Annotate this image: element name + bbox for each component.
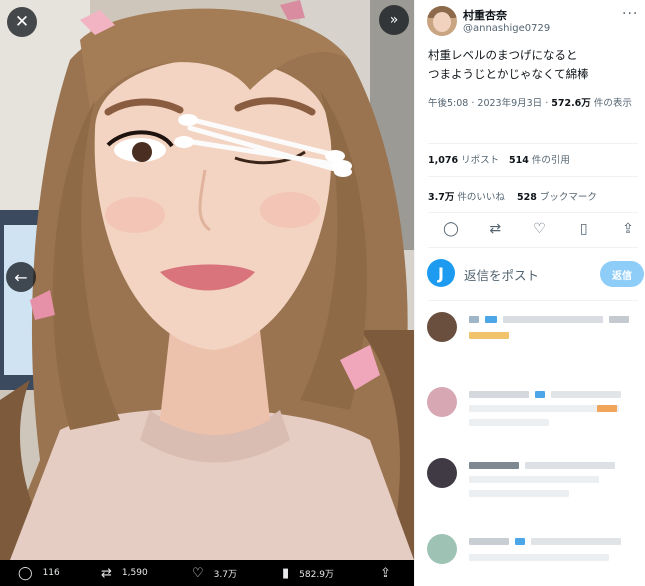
reply-count: 116	[42, 568, 60, 578]
media-retweet-button[interactable]: ⇄ 1,590	[101, 566, 148, 581]
reply-item[interactable]	[427, 385, 642, 445]
author-names: 村重杏奈 @annashige0729	[463, 9, 550, 35]
media-like-button[interactable]: ♡ 3.7万	[192, 566, 237, 581]
media-viewer: ✕ » ← ◯ 116 ⇄ 1,590 ♡ 3.7万 ▮ 582.9万 ⇪ 村重…	[0, 0, 645, 586]
more-options-icon[interactable]: ···	[622, 6, 638, 22]
likes-stat[interactable]: 3.7万 件のいいね	[428, 189, 505, 203]
views-label: 件の表示	[590, 98, 632, 109]
author-row	[427, 6, 457, 36]
views-icon: ▮	[282, 565, 290, 581]
share-icon[interactable]: ⇪	[619, 221, 637, 237]
reply-item[interactable]	[427, 532, 642, 586]
previous-media-button[interactable]: ←	[6, 262, 36, 292]
divider	[428, 143, 638, 144]
tweet-action-bar: ◯ ⇄ ♡ ▯ ⇪	[442, 221, 637, 237]
reposts-stat[interactable]: 1,076 リポスト	[428, 152, 499, 166]
tweet-text-line-2: つまようじとかじゃなくて綿棒	[428, 67, 589, 81]
reply-avatar	[427, 387, 457, 417]
reply-icon[interactable]: ◯	[442, 221, 460, 237]
divider	[428, 176, 638, 177]
media-views-button[interactable]: ▮ 582.9万	[282, 566, 334, 581]
reply-avatar	[427, 534, 457, 564]
like-count: 3.7万	[213, 569, 237, 580]
tweet-photo	[0, 0, 414, 560]
media-share-button[interactable]: ⇪	[380, 566, 391, 581]
divider	[428, 300, 638, 301]
double-chevron-right-icon: »	[389, 12, 399, 28]
tweet-text: 村重レベルのまつげになると つまようじとかじゃなくて綿棒	[428, 46, 638, 84]
heart-icon: ♡	[192, 565, 204, 581]
bookmarks-stat[interactable]: 528 ブックマーク	[517, 189, 597, 203]
tweet-time[interactable]: 午後5:08	[428, 98, 468, 109]
share-icon: ⇪	[380, 565, 391, 581]
author-handle[interactable]: @annashige0729	[463, 22, 550, 35]
author-avatar[interactable]	[427, 6, 457, 36]
reply-icon: ◯	[18, 565, 33, 581]
quotes-stat[interactable]: 514 件の引用	[509, 152, 570, 166]
reply-avatar	[427, 458, 457, 488]
reply-item[interactable]	[427, 456, 642, 516]
views-count: 582.9万	[299, 569, 334, 580]
media-panel: ✕ » ← ◯ 116 ⇄ 1,590 ♡ 3.7万 ▮ 582.9万 ⇪	[0, 0, 414, 586]
heart-icon[interactable]: ♡	[531, 221, 549, 237]
arrow-left-icon: ←	[14, 267, 28, 287]
media-reply-button[interactable]: ◯ 116	[18, 566, 60, 581]
retweet-icon[interactable]: ⇄	[486, 221, 504, 237]
views-total: 572.6万	[551, 98, 591, 109]
tweet-text-line-1: 村重レベルのまつげになると	[428, 48, 578, 62]
tweet-meta: 午後5:08 · 2023年9月3日 · 572.6万 件の表示	[428, 98, 632, 109]
tweet-date[interactable]: 2023年9月3日	[477, 98, 542, 109]
close-button[interactable]: ✕	[7, 7, 37, 37]
reply-item[interactable]	[427, 310, 642, 370]
retweet-count: 1,590	[121, 568, 148, 578]
expand-panel-button[interactable]: »	[379, 5, 409, 35]
bookmark-icon[interactable]: ▯	[575, 221, 593, 237]
divider	[428, 247, 638, 248]
reply-avatar	[427, 312, 457, 342]
author-display-name[interactable]: 村重杏奈	[463, 9, 550, 22]
tweet-detail-panel: 村重杏奈 @annashige0729 ··· 村重レベルのまつげになると つま…	[414, 0, 645, 586]
reply-submit-button[interactable]: 返信	[600, 261, 644, 287]
current-user-avatar: J	[427, 259, 455, 287]
reply-composer: J 返信をポスト 返信	[427, 258, 644, 290]
media-action-bar: ◯ 116 ⇄ 1,590 ♡ 3.7万 ▮ 582.9万 ⇪	[0, 560, 414, 586]
close-icon: ✕	[14, 12, 30, 32]
divider	[428, 212, 638, 213]
retweet-icon: ⇄	[101, 565, 112, 581]
reply-input[interactable]: 返信をポスト	[464, 265, 539, 284]
